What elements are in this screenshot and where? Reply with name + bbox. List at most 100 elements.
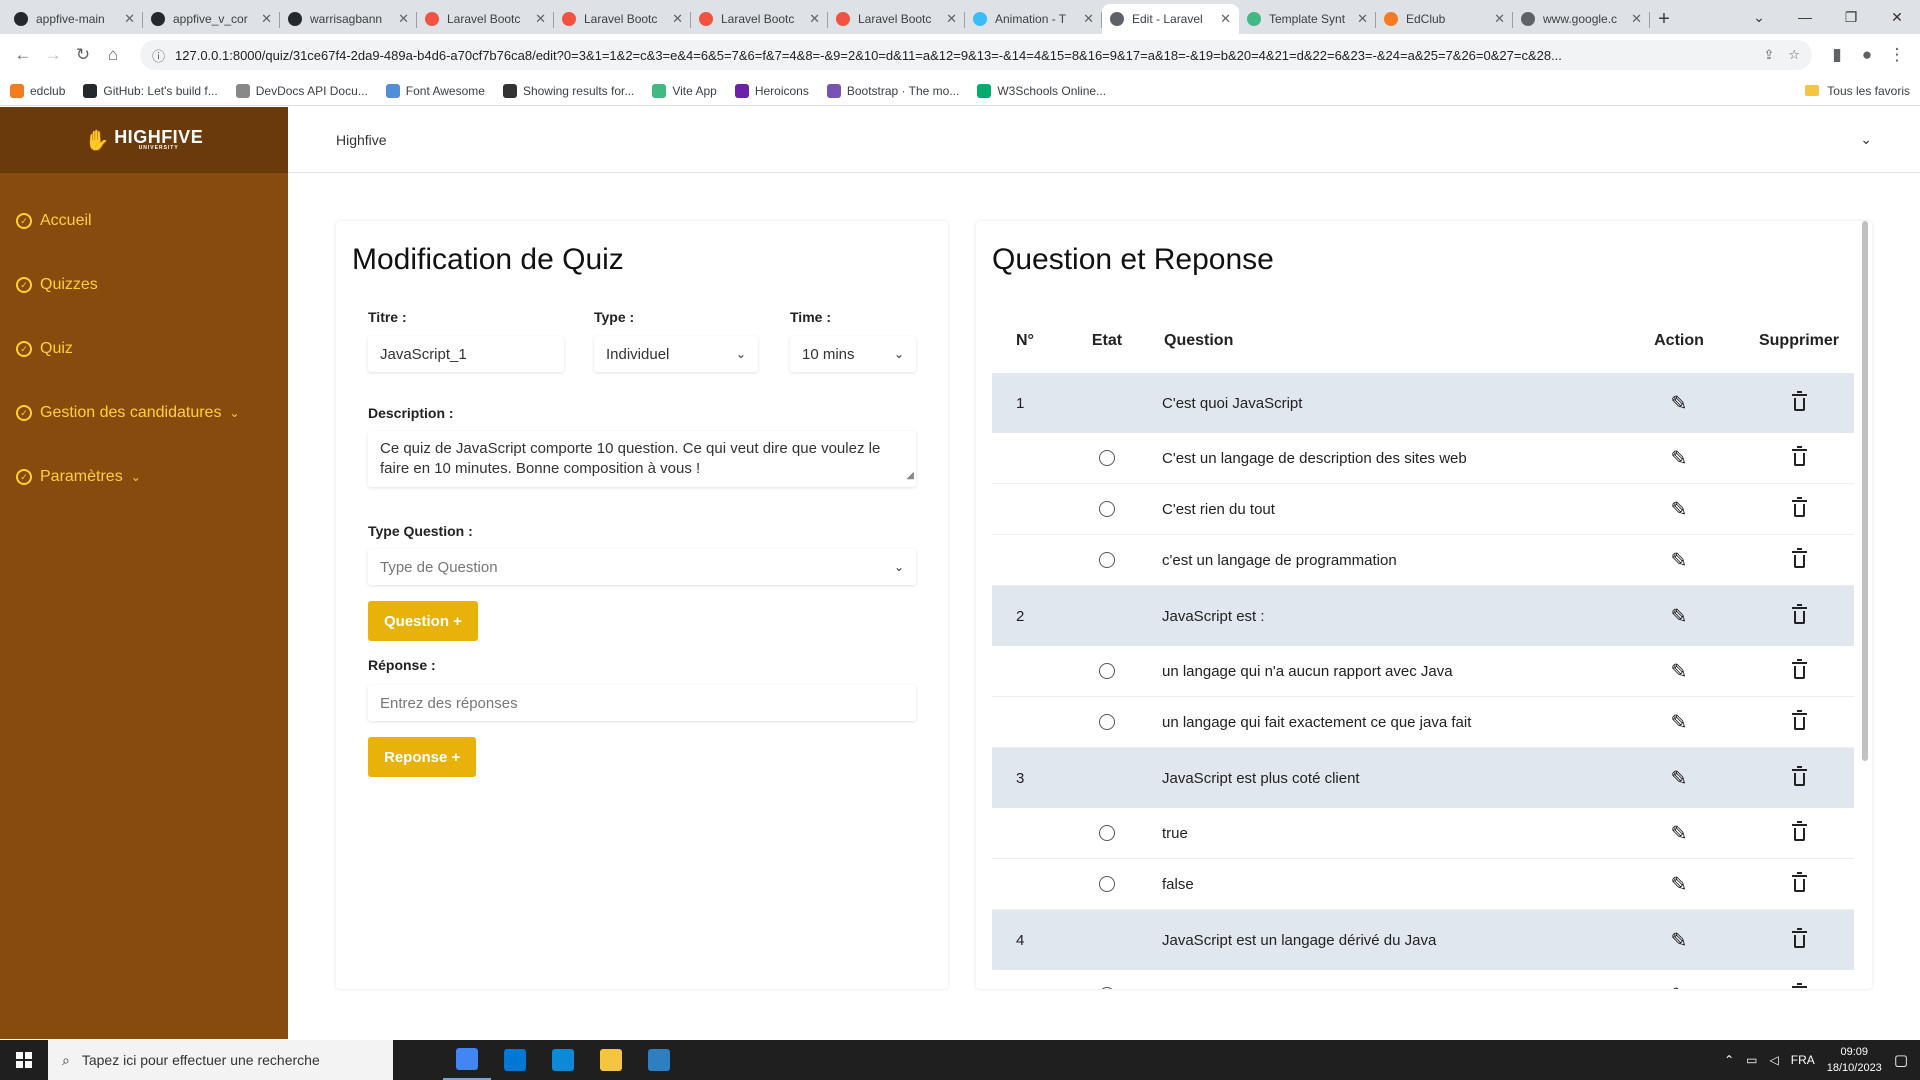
network-icon[interactable]: ▭ bbox=[1746, 1053, 1757, 1067]
browser-tab[interactable]: appfive-main ✕ bbox=[6, 4, 143, 34]
browser-tab[interactable]: EdClub ✕ bbox=[1376, 4, 1513, 34]
trash-icon[interactable] bbox=[1791, 391, 1807, 411]
description-textarea[interactable]: Ce quiz de JavaScript comporte 10 questi… bbox=[368, 431, 916, 487]
browser-tab[interactable]: Laravel Bootc ✕ bbox=[417, 4, 554, 34]
address-bar[interactable]: ⓘ 127.0.0.1:8000/quiz/31ce67f4-2da9-489a… bbox=[140, 40, 1812, 70]
volume-icon[interactable]: ◁ bbox=[1770, 1053, 1779, 1067]
edit-pencil-icon[interactable]: ✎ bbox=[1671, 391, 1688, 416]
resize-handle-icon[interactable]: ◢ bbox=[906, 466, 914, 486]
edit-pencil-icon[interactable]: ✎ bbox=[1671, 604, 1688, 629]
titre-input[interactable]: JavaScript_1 bbox=[368, 336, 564, 372]
sidebar-item[interactable]: ✓ Quiz bbox=[0, 317, 288, 381]
correct-answer-radio[interactable] bbox=[1099, 450, 1115, 466]
edit-pencil-icon[interactable]: ✎ bbox=[1671, 659, 1688, 684]
add-reponse-button[interactable]: Reponse + bbox=[368, 737, 477, 777]
home-icon[interactable]: ⌂ bbox=[98, 40, 128, 70]
taskbar-app[interactable] bbox=[539, 1040, 587, 1080]
correct-answer-radio[interactable] bbox=[1099, 501, 1115, 517]
bookmark-item[interactable]: Showing results for... bbox=[502, 83, 634, 98]
trash-icon[interactable] bbox=[1791, 604, 1807, 624]
close-icon[interactable]: ✕ bbox=[946, 11, 957, 27]
browser-tab[interactable]: appfive_v_cor ✕ bbox=[143, 4, 280, 34]
correct-answer-radio[interactable] bbox=[1099, 987, 1115, 989]
language-indicator[interactable]: FRA bbox=[1791, 1053, 1815, 1067]
edit-pencil-icon[interactable]: ✎ bbox=[1671, 983, 1688, 990]
reload-icon[interactable]: ↻ bbox=[68, 40, 98, 70]
tab-search-icon[interactable]: ⌄ bbox=[1736, 0, 1782, 34]
menu-icon[interactable]: ⋮ bbox=[1882, 40, 1912, 70]
close-icon[interactable]: ✕ bbox=[1494, 11, 1505, 27]
type-select[interactable]: Individuel ⌄ bbox=[594, 336, 758, 372]
taskbar-app[interactable] bbox=[635, 1040, 683, 1080]
bookmark-item[interactable]: W3Schools Online... bbox=[977, 83, 1106, 98]
chevron-up-icon[interactable]: ⌃ bbox=[1724, 1053, 1734, 1067]
trash-icon[interactable] bbox=[1791, 548, 1807, 568]
bookmark-item[interactable]: Heroicons bbox=[734, 83, 809, 98]
site-info-icon[interactable]: ⓘ bbox=[152, 46, 165, 65]
taskbar-app[interactable] bbox=[443, 1040, 491, 1080]
new-tab-button[interactable]: + bbox=[1650, 4, 1678, 34]
edit-pencil-icon[interactable]: ✎ bbox=[1671, 446, 1688, 471]
sidebar-item[interactable]: ✓ Accueil bbox=[0, 189, 288, 253]
bookmark-star-icon[interactable]: ☆ bbox=[1788, 47, 1800, 63]
browser-tab[interactable]: Edit - Laravel ✕ bbox=[1102, 4, 1239, 34]
edit-pencil-icon[interactable]: ✎ bbox=[1671, 710, 1688, 735]
browser-tab[interactable]: Laravel Bootc ✕ bbox=[554, 4, 691, 34]
close-icon[interactable]: ✕ bbox=[809, 11, 820, 27]
side-panel-icon[interactable]: ▮ bbox=[1822, 40, 1852, 70]
sidebar-item[interactable]: ✓ Paramètres ⌄ bbox=[0, 445, 288, 509]
edit-pencil-icon[interactable]: ✎ bbox=[1671, 928, 1688, 953]
close-window-button[interactable]: ✕ bbox=[1874, 0, 1920, 34]
correct-answer-radio[interactable] bbox=[1099, 663, 1115, 679]
edit-pencil-icon[interactable]: ✎ bbox=[1671, 548, 1688, 573]
trash-icon[interactable] bbox=[1791, 446, 1807, 466]
trash-icon[interactable] bbox=[1791, 497, 1807, 517]
browser-tab[interactable]: warrisagbann ✕ bbox=[280, 4, 417, 34]
bookmark-item[interactable]: DevDocs API Docu... bbox=[235, 83, 368, 98]
close-icon[interactable]: ✕ bbox=[1220, 11, 1231, 27]
type-question-select[interactable]: Type de Question ⌄ bbox=[368, 549, 916, 585]
start-button[interactable] bbox=[0, 1040, 48, 1080]
edit-pencil-icon[interactable]: ✎ bbox=[1671, 872, 1688, 897]
edit-pencil-icon[interactable]: ✎ bbox=[1671, 497, 1688, 522]
minimize-button[interactable]: — bbox=[1782, 0, 1828, 34]
bookmark-item[interactable]: Bootstrap · The mo... bbox=[826, 83, 959, 98]
edit-pencil-icon[interactable]: ✎ bbox=[1671, 766, 1688, 791]
correct-answer-radio[interactable] bbox=[1099, 825, 1115, 841]
logo[interactable]: ✋ HIGHFIVE UNIVERSITY bbox=[0, 107, 288, 173]
share-icon[interactable]: ⇪ bbox=[1763, 47, 1774, 63]
forward-icon[interactable]: → bbox=[38, 40, 68, 70]
clock[interactable]: 09:09 18/10/2023 bbox=[1827, 1044, 1882, 1076]
trash-icon[interactable] bbox=[1791, 821, 1807, 841]
sidebar-item[interactable]: ✓ Gestion des candidatures ⌄ bbox=[0, 381, 288, 445]
notification-icon[interactable]: ▢ bbox=[1894, 1051, 1908, 1069]
bookmark-item[interactable]: Vite App bbox=[652, 83, 717, 98]
chevron-down-icon[interactable]: ⌄ bbox=[1860, 131, 1872, 148]
reponse-input[interactable]: Entrez des réponses bbox=[368, 685, 916, 721]
browser-tab[interactable]: Laravel Bootc ✕ bbox=[691, 4, 828, 34]
close-icon[interactable]: ✕ bbox=[1083, 11, 1094, 27]
close-icon[interactable]: ✕ bbox=[1357, 11, 1368, 27]
sidebar-item[interactable]: ✓ Quizzes bbox=[0, 253, 288, 317]
profile-icon[interactable]: ● bbox=[1852, 40, 1882, 70]
trash-icon[interactable] bbox=[1791, 710, 1807, 730]
close-icon[interactable]: ✕ bbox=[124, 11, 135, 27]
scrollbar[interactable] bbox=[1862, 221, 1868, 761]
taskbar-search[interactable]: ⌕ Tapez ici pour effectuer une recherche bbox=[48, 1040, 393, 1080]
bookmark-item[interactable]: GitHub: Let's build f... bbox=[83, 83, 218, 98]
correct-answer-radio[interactable] bbox=[1099, 876, 1115, 892]
bookmark-item[interactable]: Font Awesome bbox=[385, 83, 485, 98]
trash-icon[interactable] bbox=[1791, 659, 1807, 679]
browser-tab[interactable]: Template Synt ✕ bbox=[1239, 4, 1376, 34]
taskbar-app[interactable] bbox=[587, 1040, 635, 1080]
back-icon[interactable]: ← bbox=[8, 40, 38, 70]
taskbar-app[interactable] bbox=[491, 1040, 539, 1080]
browser-tab[interactable]: Animation - T ✕ bbox=[965, 4, 1102, 34]
close-icon[interactable]: ✕ bbox=[398, 11, 409, 27]
close-icon[interactable]: ✕ bbox=[535, 11, 546, 27]
maximize-button[interactable]: ❐ bbox=[1828, 0, 1874, 34]
browser-tab[interactable]: Laravel Bootc ✕ bbox=[828, 4, 965, 34]
all-bookmarks[interactable]: Tous les favoris bbox=[1805, 84, 1910, 98]
trash-icon[interactable] bbox=[1791, 766, 1807, 786]
edit-pencil-icon[interactable]: ✎ bbox=[1671, 821, 1688, 846]
